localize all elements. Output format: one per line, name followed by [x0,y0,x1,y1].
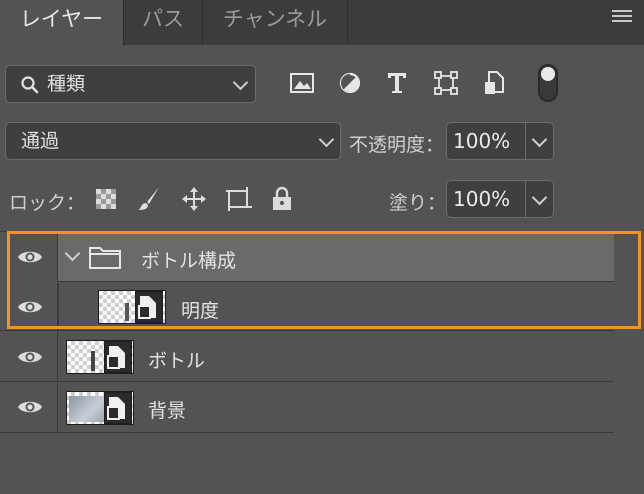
filter-kind-value: 種類 [47,73,86,95]
layer-row[interactable] [0,283,614,331]
layer-name[interactable]: 背景 [148,396,186,423]
tab-channels[interactable]: チャンネル [203,0,348,45]
filter-kind-dropdown[interactable]: 種類 [5,65,256,103]
layer-name[interactable]: 明度 [181,296,219,323]
eye-icon[interactable] [17,399,43,415]
panel-menu-icon[interactable] [612,10,632,24]
layer-name[interactable]: ボトル構成 [141,246,236,273]
shape-filter-icon[interactable] [434,71,458,95]
tab-paths[interactable]: パス [124,0,203,45]
eye-icon[interactable] [17,299,43,315]
lock-label: ロック： [9,192,86,214]
smart-object-badge-icon [135,291,163,323]
fill-input[interactable]: 100% [446,180,526,218]
smart-object-badge-icon [104,392,132,424]
chevron-down-icon [232,74,249,91]
fill-label: 塗り： [389,192,447,214]
background-photo [69,396,105,422]
tab-layers[interactable]: レイヤー [0,0,124,46]
filter-toggle-switch[interactable] [538,64,558,102]
search-icon [21,76,39,94]
toggle-knob [541,67,555,81]
image-filter-icon[interactable] [289,72,315,94]
smart-object-filter-icon[interactable] [483,70,505,96]
opacity-input[interactable]: 100% [446,122,526,160]
chevron-down-icon [531,131,548,148]
smart-object-badge-icon [104,341,132,373]
lock-all-icon[interactable] [271,186,293,212]
bottle-mark [125,303,129,321]
fill-slider-button[interactable] [526,180,554,218]
opacity-slider-button[interactable] [526,122,554,160]
lock-image-pixels-brush-icon[interactable] [136,185,162,213]
adjustment-filter-icon[interactable] [338,71,362,95]
layer-name[interactable]: ボトル [148,346,205,373]
lock-transparent-pixels-icon[interactable] [95,188,117,210]
bottle-mark [91,351,95,371]
folder-icon [89,247,121,269]
lock-artboard-icon[interactable] [225,186,253,212]
blend-mode-value: 通過 [21,130,60,152]
eye-icon[interactable] [17,349,43,365]
opacity-label: 不透明度： [349,134,445,156]
type-filter-icon[interactable] [386,71,408,95]
eye-icon[interactable] [17,249,43,265]
lock-position-move-icon[interactable] [181,186,207,212]
chevron-down-icon [531,189,548,206]
blend-mode-dropdown[interactable]: 通過 [5,122,341,160]
chevron-down-icon [318,131,335,148]
